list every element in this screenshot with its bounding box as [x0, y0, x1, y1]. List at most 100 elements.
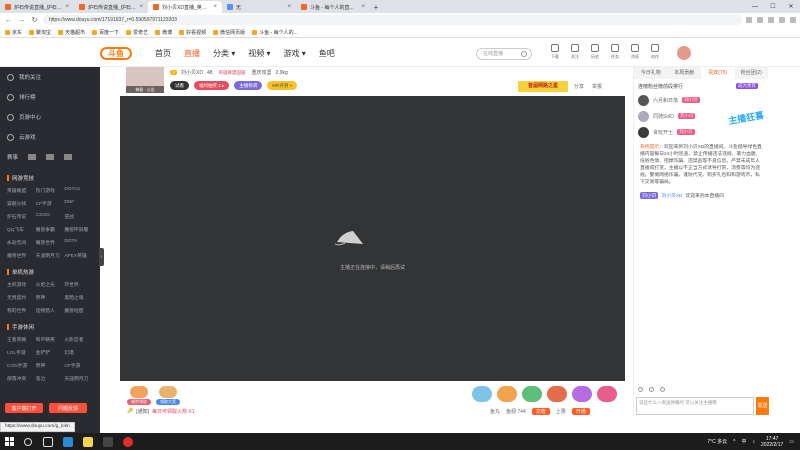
sidebar-game-link[interactable]: 炉石传说 [7, 213, 36, 220]
sidebar-game-link[interactable]: 永劫无间 [7, 239, 36, 246]
bookmark[interactable]: 微信网页版 [213, 29, 245, 36]
sidebar-item-rank[interactable]: 排行榜 [0, 87, 100, 107]
become-vip-button[interactable]: 成为贵宾 [736, 83, 758, 89]
profile-icon[interactable] [779, 17, 785, 23]
sidebar-game-link[interactable]: 原神 [36, 294, 65, 301]
sidebar-game-link[interactable]: 魔兽地图 [64, 307, 93, 314]
sidebar-game-link[interactable]: QQ飞车 [7, 226, 36, 233]
clock[interactable]: 17:47 2022/2/17 [761, 436, 783, 448]
browser-tab[interactable]: 炉石传说直播_炉石传说直播视...× [0, 1, 74, 13]
streamer-thumbnail[interactable]: 神秘 · 公告 [126, 67, 164, 93]
nav-games[interactable]: 游戏 ▾ [284, 48, 306, 59]
sidebar-game-link[interactable]: DOTA [64, 239, 93, 246]
collections-icon[interactable] [768, 17, 774, 23]
sidebar-game-link[interactable]: CF手游 [36, 200, 65, 207]
user-avatar[interactable] [677, 46, 691, 60]
sidebar-game-link[interactable]: 天涯明月刀 [36, 252, 65, 259]
extension-icon[interactable] [746, 17, 752, 23]
sidebar-item-events[interactable]: 赛事 [7, 153, 18, 161]
sidebar-game-link[interactable]: 逆战 [64, 213, 93, 220]
sidebar-game-link[interactable]: 王者荣耀 [7, 336, 36, 343]
sidebar-game-link[interactable]: 原神 [36, 362, 65, 369]
sidebar-game-link[interactable]: 金铲铲 [36, 349, 65, 356]
browser-tab-active[interactable]: 刘小贝XD直播_英雄联盟直播_斗...× [148, 1, 222, 13]
chat-input[interactable]: 说些什么～发送弹幕时 可以关注主播哦 [636, 397, 754, 415]
chat-username[interactable]: 刘小贝XD [661, 192, 682, 199]
bookmark[interactable]: 百度一下 [92, 29, 119, 36]
streamer-name[interactable]: 刘小贝XD [181, 69, 203, 76]
sidebar-game-link[interactable]: 无畏契约 [7, 294, 36, 301]
maximize-icon[interactable]: ☐ [764, 0, 782, 13]
bookmark[interactable]: 斗鱼 - 每个人的... [252, 29, 298, 36]
chevron-up-icon[interactable]: ^ [733, 439, 735, 445]
forward-icon[interactable]: → [17, 17, 26, 24]
sidebar-game-link[interactable]: 穿越火线 [7, 200, 36, 207]
sidebar-game-link[interactable]: 幻塔 [64, 349, 93, 356]
menu-icon[interactable] [790, 17, 796, 23]
title-pill[interactable]: 主播称谓 [234, 81, 263, 90]
review-pill[interactable]: MR评测 > [267, 81, 298, 90]
minimize-icon[interactable]: — [746, 0, 764, 13]
open-client-button[interactable]: 客户端打开 [5, 403, 43, 413]
sidebar-game-link[interactable]: 英雄联盟 [7, 187, 36, 194]
gift-item-icon[interactable] [522, 386, 542, 402]
create-button[interactable]: 创作 [648, 44, 662, 60]
sidebar-game-link[interactable]: 环世界 [64, 281, 93, 288]
sidebar-game-link[interactable]: CSGO [36, 213, 65, 220]
tab-daily-gift[interactable]: 今日礼物 [634, 67, 668, 79]
sidebar-item-follow[interactable]: 我的关注 [0, 67, 100, 87]
close-tab-icon[interactable]: × [287, 4, 291, 10]
sidebar-game-link[interactable]: 主机游戏 [7, 281, 36, 288]
sidebar-collapse-handle[interactable]: ‹ [99, 248, 104, 266]
sidebar-game-link[interactable]: CF手游 [64, 362, 93, 369]
bookmark[interactable]: 天猫超市 [58, 29, 85, 36]
volume-icon[interactable]: ♪ [753, 439, 756, 445]
sidebar-game-link[interactable]: 魔兽怀旧服 [64, 226, 93, 233]
nav-category[interactable]: 分类 ▾ [213, 48, 235, 59]
rank-row[interactable]: 六月和日落 刘小贝 [634, 92, 768, 108]
sidebar-game-link[interactable]: 黑暗之魂 [64, 294, 93, 301]
close-window-icon[interactable]: ✕ [782, 0, 800, 13]
close-tab-icon[interactable]: × [213, 4, 217, 10]
bookmark[interactable]: 爱奇艺 [126, 29, 148, 36]
terminal-app-icon[interactable] [103, 436, 113, 447]
welfare-gift[interactable]: 福利领取 [127, 386, 151, 405]
gift-item-icon[interactable] [497, 386, 517, 402]
room-tag[interactable]: 英雄联盟国服 [217, 70, 248, 76]
start-button[interactable] [0, 437, 18, 446]
open-button[interactable]: 开通 [571, 408, 590, 415]
prize-gift[interactable]: 领取大奖 [156, 386, 180, 405]
bookmark[interactable]: 京东 [5, 29, 22, 36]
lottery-pill[interactable]: 福利抽奖 2 ▸ [194, 81, 230, 90]
sidebar-game-link[interactable]: 我的世界 [7, 307, 36, 314]
follow-button[interactable]: 关注 [568, 44, 582, 60]
close-tab-icon[interactable]: × [65, 4, 69, 10]
send-button[interactable]: 发送 [756, 397, 769, 415]
download-button[interactable]: 下载 [548, 44, 562, 60]
tab-fans[interactable]: 粉丝团(2) [735, 67, 769, 79]
nav-video[interactable]: 视频 ▾ [248, 48, 270, 59]
notification-icon[interactable]: ▭ [789, 439, 794, 445]
sidebar-game-link[interactable]: 和平精英 [36, 336, 65, 343]
trial-pill[interactable]: 试看 [170, 81, 189, 90]
sidebar-game-link[interactable]: 魔兽世界 [36, 239, 65, 246]
search-icon[interactable] [521, 51, 527, 57]
feedback-button[interactable]: 问题反馈 [49, 403, 87, 413]
nav-live[interactable]: 直播 [184, 48, 200, 59]
favorites-icon[interactable] [757, 17, 763, 23]
refresh-icon[interactable]: ↻ [30, 16, 39, 24]
gift-item-icon[interactable] [472, 386, 492, 402]
share-button[interactable]: 分享 [574, 83, 584, 90]
browser-tab[interactable]: 斗鱼 - 每个人的直... × [296, 1, 370, 13]
gift-item-icon[interactable] [597, 386, 617, 402]
trash-icon[interactable] [660, 387, 665, 392]
sidebar-game-link[interactable]: DOTA2 [64, 187, 93, 194]
sidebar-game-link[interactable]: 鬼泣 [36, 375, 65, 382]
browser-tab[interactable]: 炉石传说直播_炉石传说直播视...× [74, 1, 148, 13]
sidebar-game-link[interactable]: 怪物猎人 [36, 307, 65, 314]
recharge-button[interactable]: 充值 [531, 408, 550, 415]
new-tab-button[interactable]: + [370, 1, 382, 13]
sidebar-game-link[interactable]: LOL手游 [7, 349, 36, 356]
back-icon[interactable]: ← [4, 17, 13, 24]
network-icon[interactable] [46, 154, 55, 160]
